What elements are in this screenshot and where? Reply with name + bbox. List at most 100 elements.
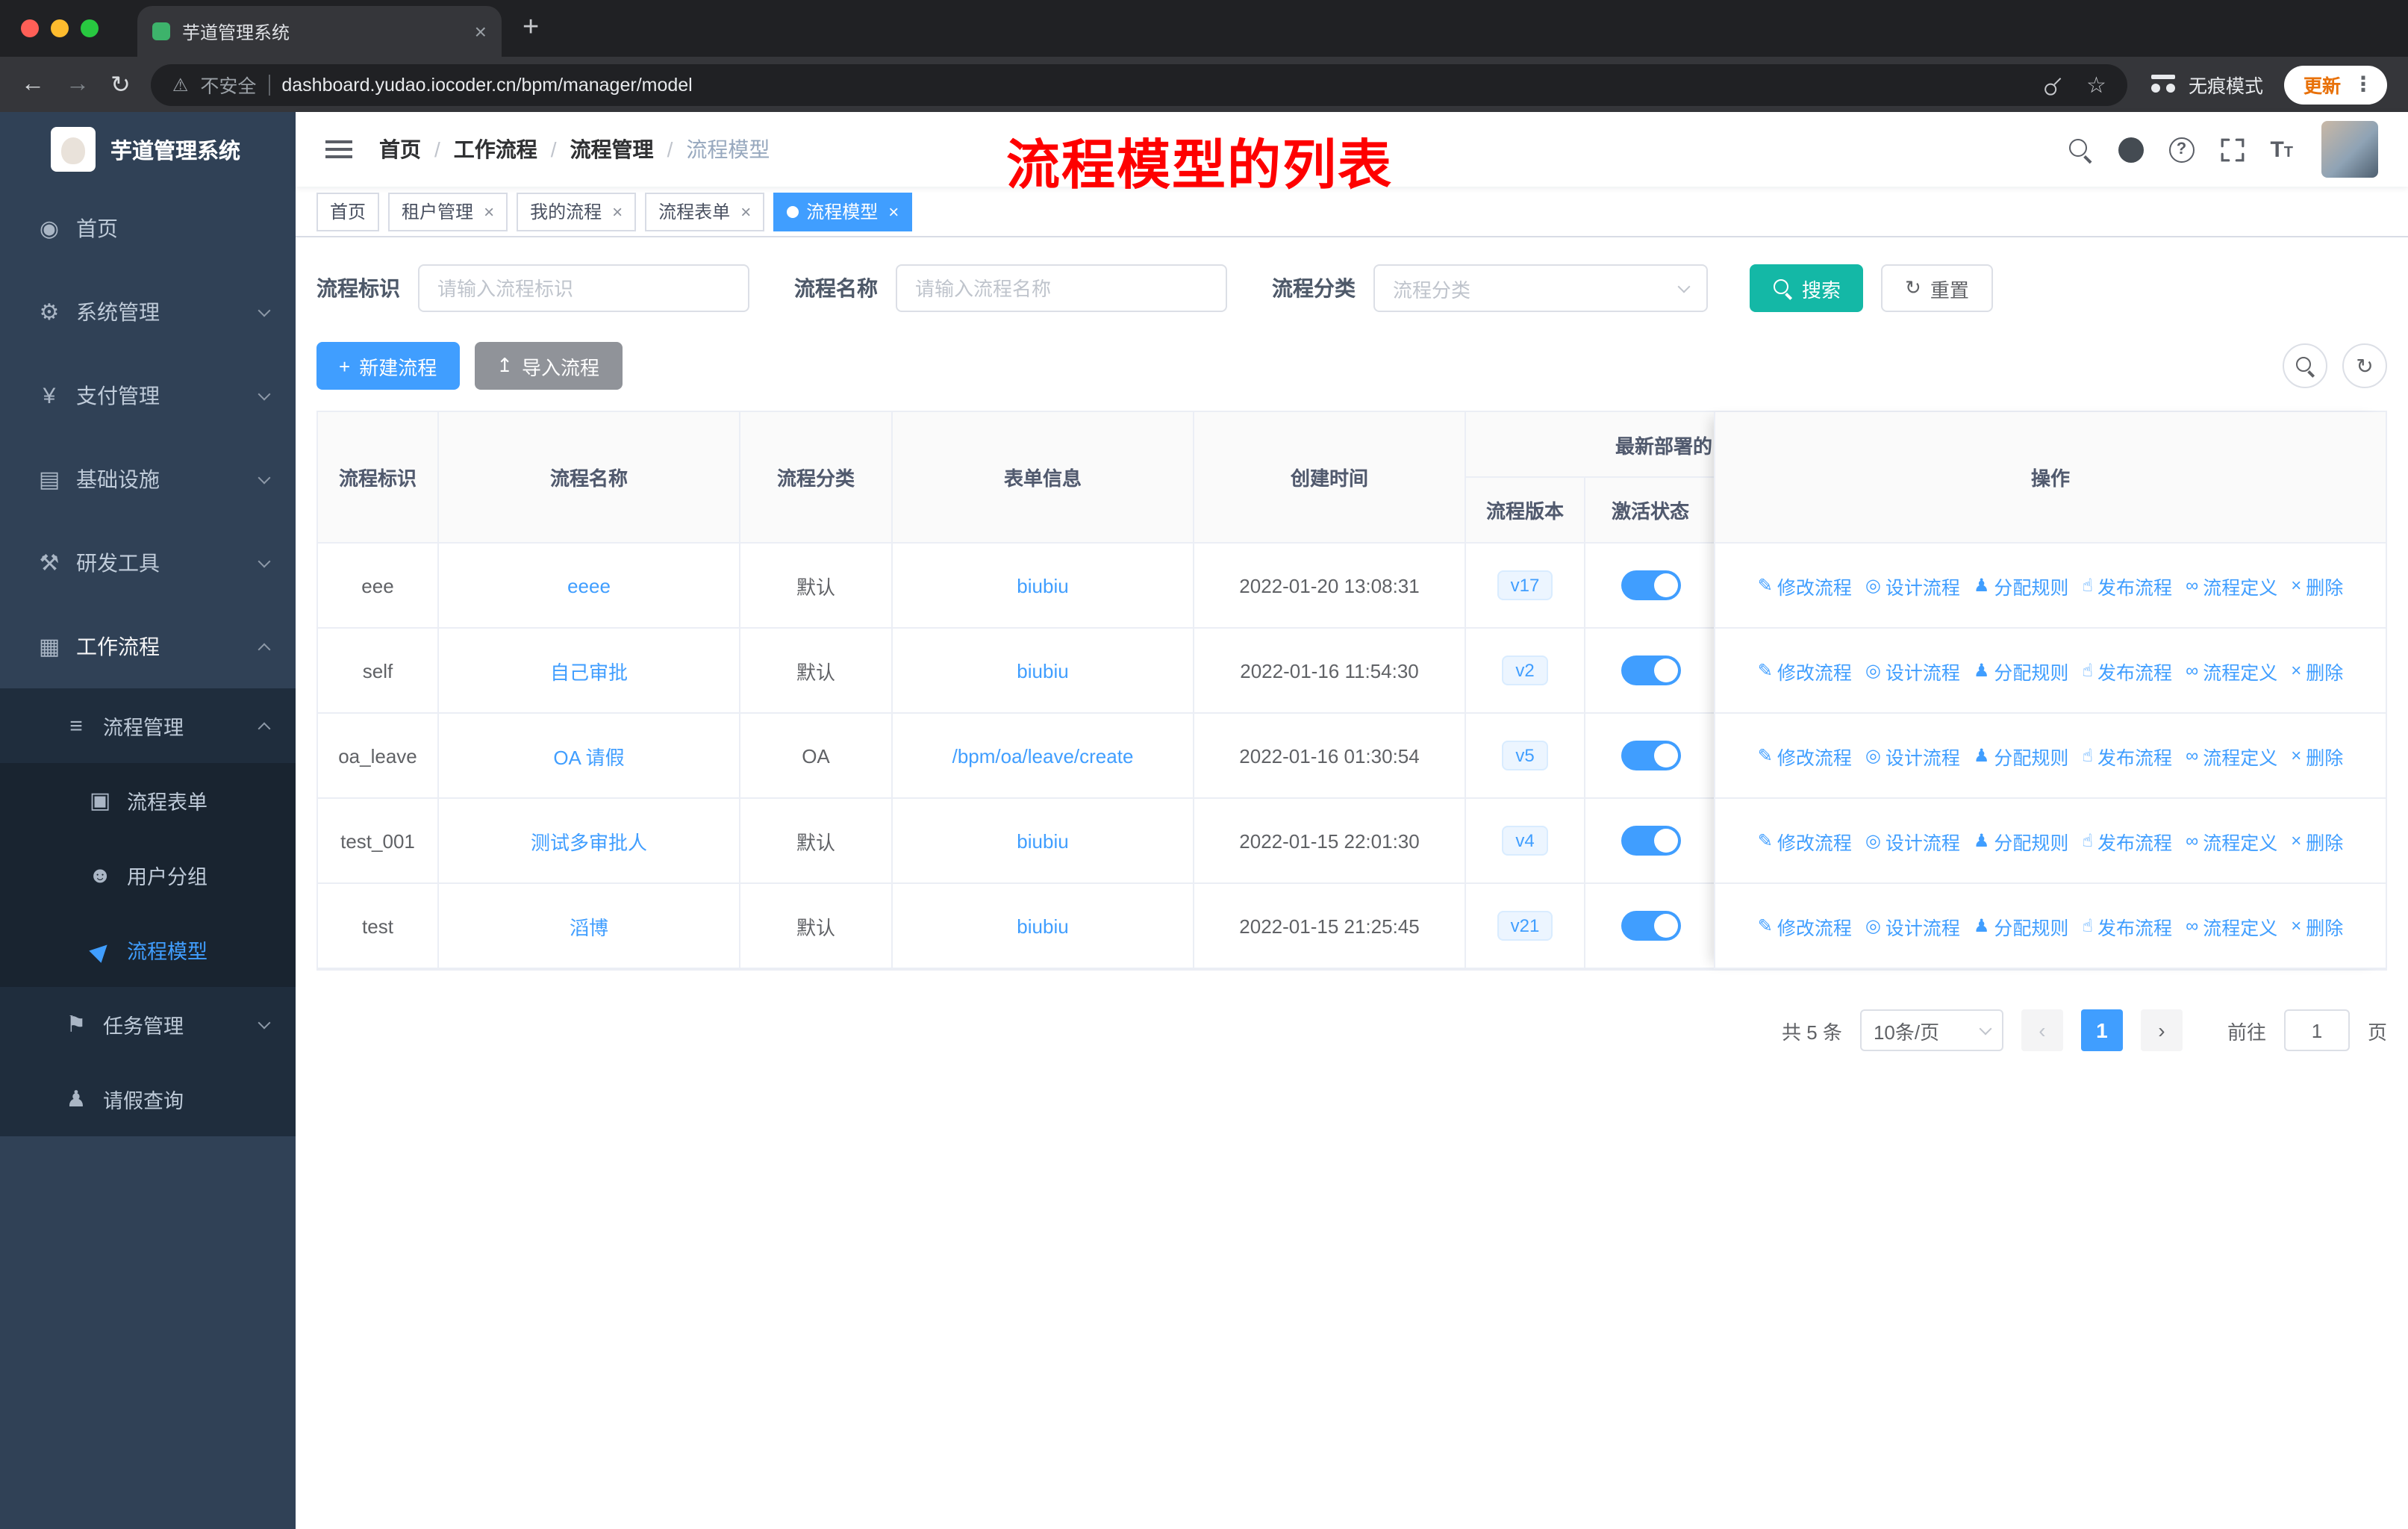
process-definition-link[interactable]: ∞ 流程定义 [2186, 571, 2277, 600]
fullscreen-icon[interactable] [2219, 137, 2245, 162]
tag-tenant-management[interactable]: 租户管理 × [388, 192, 508, 231]
design-process-link[interactable]: ◎ 设计流程 [1865, 826, 1960, 855]
new-tab-button[interactable]: + [523, 12, 539, 45]
sidebar-item-process-management[interactable]: ≡ 流程管理 [0, 688, 296, 763]
sidebar-item-payment[interactable]: ¥ 支付管理 [0, 354, 296, 437]
delete-link[interactable]: × 删除 [2291, 741, 2343, 770]
browser-menu-icon[interactable]: ⋮ [2353, 72, 2374, 97]
process-name-link[interactable]: 滔博 [570, 912, 608, 940]
close-window-button[interactable] [21, 19, 39, 37]
assign-rule-link[interactable]: ♟ 分配规则 [1974, 656, 2069, 685]
edit-process-link[interactable]: ✎ 修改流程 [1758, 656, 1852, 685]
form-info-link[interactable]: biubiu [1017, 829, 1068, 852]
category-select[interactable]: 流程分类 [1373, 264, 1708, 312]
close-icon[interactable]: × [888, 201, 899, 222]
sidebar-item-devtools[interactable]: ⚒ 研发工具 [0, 521, 296, 605]
publish-process-link[interactable]: ☝ 发布流程 [2082, 656, 2172, 685]
address-bar[interactable]: ⚠ 不安全 dashboard.yudao.iocoder.cn/bpm/man… [151, 63, 2127, 105]
breadcrumb-workflow[interactable]: 工作流程 [454, 134, 537, 164]
active-toggle[interactable] [1621, 911, 1680, 941]
page-number-1[interactable]: 1 [2080, 1009, 2123, 1051]
sidebar-item-user-group[interactable]: ☻ 用户分组 [0, 838, 296, 912]
process-definition-link[interactable]: ∞ 流程定义 [2186, 656, 2277, 685]
sidebar-item-infrastructure[interactable]: ▤ 基础设施 [0, 437, 296, 521]
bookmark-star-icon[interactable]: ☆ [2086, 71, 2106, 98]
close-icon[interactable]: × [740, 201, 751, 222]
edit-process-link[interactable]: ✎ 修改流程 [1758, 571, 1852, 600]
sidebar-item-process-form[interactable]: ▣ 流程表单 [0, 763, 296, 838]
font-size-icon[interactable]: TT [2270, 137, 2293, 162]
goto-page-input[interactable] [2283, 1009, 2350, 1051]
process-name-link[interactable]: eeee [567, 574, 611, 597]
active-toggle[interactable] [1621, 570, 1680, 600]
design-process-link[interactable]: ◎ 设计流程 [1865, 571, 1960, 600]
process-name-link[interactable]: OA 请假 [553, 741, 624, 770]
tag-process-model[interactable]: 流程模型 × [773, 192, 913, 231]
security-label[interactable]: 不安全 [200, 70, 256, 99]
edit-process-link[interactable]: ✎ 修改流程 [1758, 826, 1852, 855]
publish-process-link[interactable]: ☝ 发布流程 [2082, 912, 2172, 940]
breadcrumb-home[interactable]: 首页 [379, 134, 421, 164]
breadcrumb-process-management[interactable]: 流程管理 [570, 134, 654, 164]
process-name-input[interactable] [896, 264, 1227, 312]
sidebar-item-home[interactable]: ◉ 首页 [0, 187, 296, 270]
update-button[interactable]: 更新 ⋮ [2283, 65, 2387, 104]
sidebar-item-task-management[interactable]: ⚑ 任务管理 [0, 987, 296, 1062]
back-button[interactable]: ← [21, 71, 45, 98]
delete-link[interactable]: × 删除 [2291, 912, 2343, 940]
create-process-button[interactable]: + 新建流程 [316, 342, 460, 390]
tag-my-process[interactable]: 我的流程 × [517, 192, 637, 231]
process-definition-link[interactable]: ∞ 流程定义 [2186, 826, 2277, 855]
process-key-input[interactable] [418, 264, 749, 312]
toggle-search-button[interactable] [2283, 343, 2327, 388]
help-icon[interactable]: ? [2168, 137, 2195, 162]
search-icon[interactable] [2067, 137, 2092, 162]
search-button[interactable]: 搜索 [1750, 264, 1864, 312]
active-toggle[interactable] [1621, 655, 1680, 685]
edit-process-link[interactable]: ✎ 修改流程 [1758, 741, 1852, 770]
active-toggle[interactable] [1621, 826, 1680, 856]
close-icon[interactable]: × [612, 201, 623, 222]
process-definition-link[interactable]: ∞ 流程定义 [2186, 912, 2277, 940]
publish-process-link[interactable]: ☝ 发布流程 [2082, 571, 2172, 600]
edit-process-link[interactable]: ✎ 修改流程 [1758, 912, 1852, 940]
form-info-link[interactable]: biubiu [1017, 915, 1068, 937]
reset-button[interactable]: ↻ 重置 [1881, 264, 1993, 312]
form-info-link[interactable]: biubiu [1017, 574, 1068, 597]
zoom-window-button[interactable] [81, 19, 99, 37]
avatar[interactable] [2321, 121, 2378, 178]
process-definition-link[interactable]: ∞ 流程定义 [2186, 741, 2277, 770]
github-icon[interactable] [2118, 137, 2144, 162]
sidebar-item-process-model[interactable]: ▶ 流程模型 [0, 912, 296, 987]
sidebar-item-leave-query[interactable]: ♟ 请假查询 [0, 1062, 296, 1136]
process-name-link[interactable]: 测试多审批人 [531, 826, 647, 855]
design-process-link[interactable]: ◎ 设计流程 [1865, 741, 1960, 770]
tag-home[interactable]: 首页 [316, 192, 380, 231]
password-key-icon[interactable] [2033, 66, 2071, 104]
form-info-link[interactable]: biubiu [1017, 659, 1068, 682]
process-name-link[interactable]: 自己审批 [550, 656, 628, 685]
publish-process-link[interactable]: ☝ 发布流程 [2082, 741, 2172, 770]
sidebar-item-workflow[interactable]: ▦ 工作流程 [0, 605, 296, 688]
next-page-button[interactable]: › [2140, 1009, 2183, 1051]
minimize-window-button[interactable] [51, 19, 69, 37]
publish-process-link[interactable]: ☝ 发布流程 [2082, 826, 2172, 855]
import-process-button[interactable]: ↥ 导入流程 [474, 342, 623, 390]
design-process-link[interactable]: ◎ 设计流程 [1865, 912, 1960, 940]
page-size-select[interactable]: 10条/页 [1859, 1009, 2003, 1051]
delete-link[interactable]: × 删除 [2291, 571, 2343, 600]
assign-rule-link[interactable]: ♟ 分配规则 [1974, 912, 2069, 940]
delete-link[interactable]: × 删除 [2291, 826, 2343, 855]
design-process-link[interactable]: ◎ 设计流程 [1865, 656, 1960, 685]
delete-link[interactable]: × 删除 [2291, 656, 2343, 685]
browser-tab[interactable]: 芋道管理系统 × [137, 6, 502, 57]
forward-button[interactable]: → [66, 71, 90, 98]
assign-rule-link[interactable]: ♟ 分配规则 [1974, 826, 2069, 855]
active-toggle[interactable] [1621, 741, 1680, 770]
sidebar-item-system[interactable]: ⚙ 系统管理 [0, 270, 296, 354]
tab-close-icon[interactable]: × [475, 19, 487, 43]
form-info-link[interactable]: /bpm/oa/leave/create [952, 744, 1134, 767]
prev-page-button[interactable]: ‹ [2021, 1009, 2063, 1051]
tag-process-form[interactable]: 流程表单 × [645, 192, 765, 231]
refresh-table-button[interactable]: ↻ [2342, 343, 2387, 388]
